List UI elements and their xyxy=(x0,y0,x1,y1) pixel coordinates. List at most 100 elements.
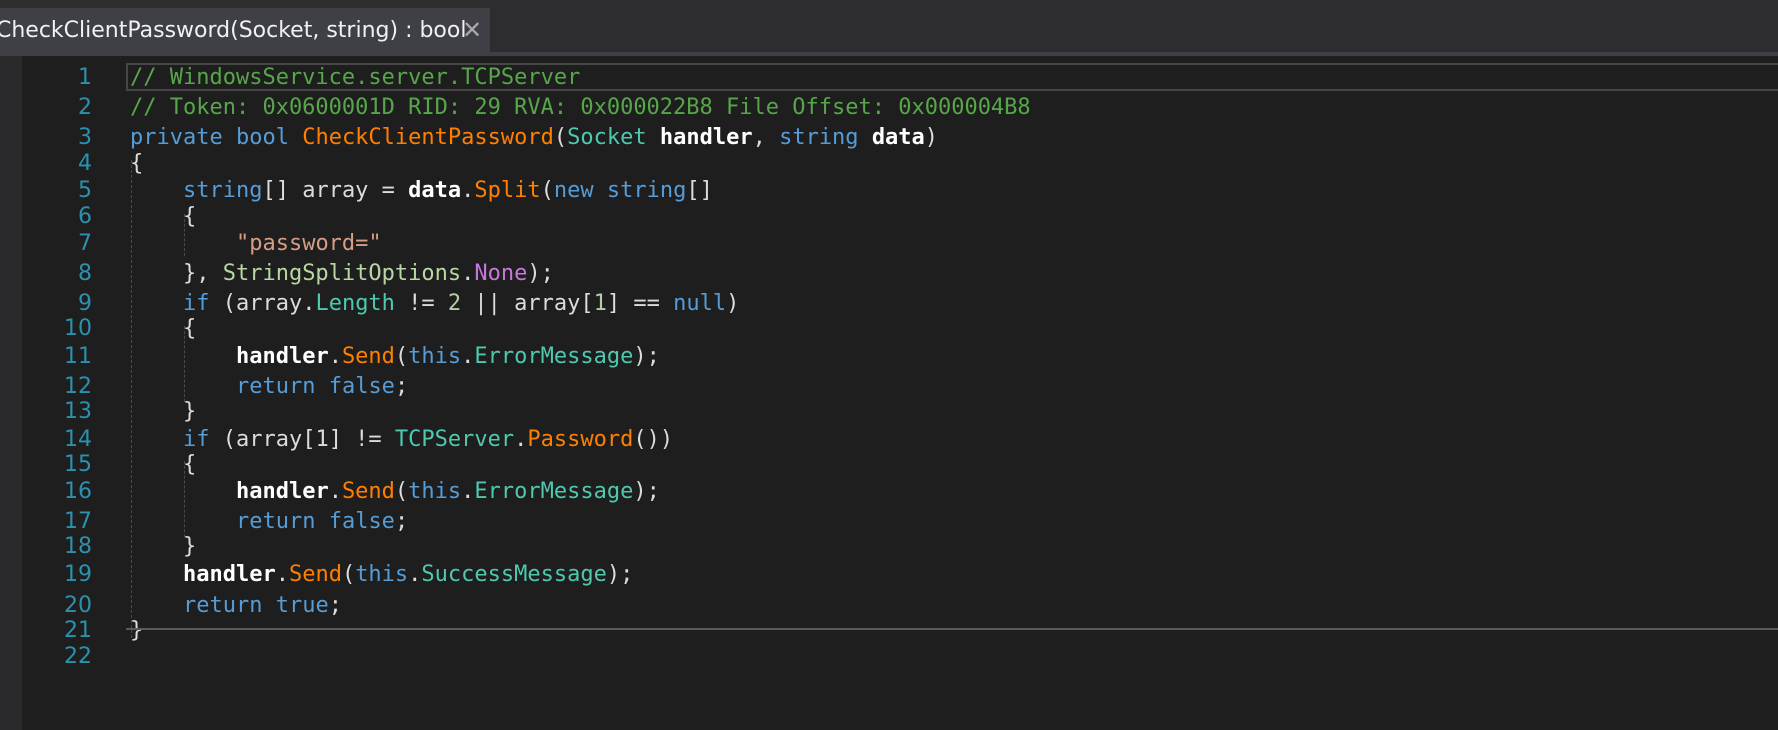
code-token-keyword: this xyxy=(355,562,409,587)
code-line: 1 // WindowsService.server.TCPServer xyxy=(0,63,1778,93)
code-token-keyword: return xyxy=(235,374,316,399)
code-token-keyword: return xyxy=(235,509,316,534)
line-number: 19 xyxy=(64,562,92,587)
code-token-plain: , xyxy=(752,125,780,150)
line-number: 4 xyxy=(78,151,92,176)
code-token-param: data xyxy=(871,125,925,150)
code-token-keyword: return xyxy=(182,593,263,618)
code-token-plain: ( xyxy=(553,125,568,150)
line-number: 2 xyxy=(78,95,92,120)
code-line: 19 handler.Send(this.SuccessMessage); xyxy=(0,560,1778,590)
code-token-method: Split xyxy=(474,178,541,203)
line-number: 22 xyxy=(64,644,92,669)
indent-guide xyxy=(184,461,185,537)
code-line: 16 handler.Send(this.ErrorMessage); xyxy=(0,477,1778,507)
code-token-plain: (array[1] != xyxy=(209,427,395,452)
code-token-method: CheckClientPassword xyxy=(302,125,554,150)
code-token-plain: ( xyxy=(394,479,409,504)
code-editor[interactable]: 1 // WindowsService.server.TCPServer 2 // T… xyxy=(0,56,1778,730)
code-line: 22 xyxy=(0,642,1778,672)
code-token-keyword: string xyxy=(606,178,687,203)
code-token-plain: (array. xyxy=(209,291,316,316)
code-token-plain: ; xyxy=(394,509,409,534)
code-token-plain: ()) xyxy=(633,427,674,452)
code-token-keyword: bool xyxy=(235,125,289,150)
code-token-plain: ( xyxy=(341,562,356,587)
code-token-plain: ; xyxy=(328,593,342,618)
code-line: 8 }, StringSplitOptions.None); xyxy=(0,259,1778,289)
code-token-type: ErrorMessage xyxy=(474,479,634,504)
document-tab-bar: CheckClientPassword(Socket, string) : bo… xyxy=(0,0,1778,52)
close-icon[interactable]: ✕ xyxy=(458,8,486,52)
document-tab-active[interactable]: CheckClientPassword(Socket, string) : bo… xyxy=(0,8,490,52)
code-token-method: Send xyxy=(288,562,342,587)
line-number: 11 xyxy=(64,344,92,369)
line-number: 7 xyxy=(78,231,92,256)
code-token-keyword: private xyxy=(130,125,223,150)
code-token-keyword: this xyxy=(408,479,462,504)
code-text: handler.Send(this.SuccessMessage); xyxy=(130,560,633,590)
code-token-number: 1 xyxy=(593,291,607,316)
code-token-keyword: this xyxy=(408,344,462,369)
code-token-plain: . xyxy=(514,427,528,452)
code-token-type: Length xyxy=(315,291,395,316)
code-token-type: TCPServer xyxy=(394,427,515,452)
code-token-plain: } xyxy=(130,534,197,559)
tab-title: CheckClientPassword(Socket, string) : bo… xyxy=(0,18,467,43)
code-text: // Token: 0x0600001D RID: 29 RVA: 0x0000… xyxy=(130,93,1031,123)
code-token-plain: { xyxy=(130,316,197,341)
line-number: 16 xyxy=(64,479,92,504)
code-token-plain: . xyxy=(408,562,422,587)
code-token-keyword: true xyxy=(275,593,329,618)
code-token-param: handler xyxy=(659,125,753,150)
code-token-plain: ] == xyxy=(606,291,674,316)
code-line: 15 { xyxy=(0,450,1778,480)
code-token-keyword: new xyxy=(553,178,594,203)
code-token-type: Socket xyxy=(567,125,647,150)
line-number: 6 xyxy=(78,204,92,229)
code-token-keyword: string xyxy=(182,178,263,203)
code-text: } xyxy=(130,532,196,562)
code-text: handler.Send(this.ErrorMessage); xyxy=(130,477,660,507)
code-token-plain: . xyxy=(461,178,475,203)
code-token-comment: // Token: 0x0600001D RID: 29 RVA: 0x0000… xyxy=(130,95,1031,120)
code-token-keyword: string xyxy=(779,125,859,150)
indent-guide xyxy=(184,214,185,256)
code-text: } xyxy=(130,397,196,427)
code-line: 7 "password=" xyxy=(0,229,1778,259)
code-token-param: handler xyxy=(182,562,276,587)
code-text: { xyxy=(130,202,196,232)
code-token-plain: || array[ xyxy=(461,291,594,316)
line-number: 8 xyxy=(78,261,92,286)
code-token-plain: ); xyxy=(633,479,660,504)
code-text: { xyxy=(130,314,196,344)
code-token-plain: ); xyxy=(527,261,554,286)
indent-guide xyxy=(131,160,132,638)
code-token-plain: ( xyxy=(394,344,409,369)
code-token-type: ErrorMessage xyxy=(474,344,634,369)
code-token-method: Password xyxy=(527,427,634,452)
code-token-plain: [] array = xyxy=(262,178,409,203)
method-end-separator xyxy=(126,628,1778,630)
code-token-comment: // WindowsService.server.TCPServer xyxy=(130,65,581,90)
code-line: 4{ xyxy=(0,149,1778,179)
code-token-plain: . xyxy=(461,261,475,286)
code-token-param: handler xyxy=(235,479,329,504)
code-token-param: handler xyxy=(235,344,329,369)
code-token-number: 2 xyxy=(447,291,462,316)
indent-guide xyxy=(184,326,185,402)
code-token-plain: ); xyxy=(606,562,634,587)
code-line: 6 { xyxy=(0,202,1778,232)
code-token-plain: . xyxy=(275,562,289,587)
code-token-keyword: null xyxy=(673,291,727,316)
